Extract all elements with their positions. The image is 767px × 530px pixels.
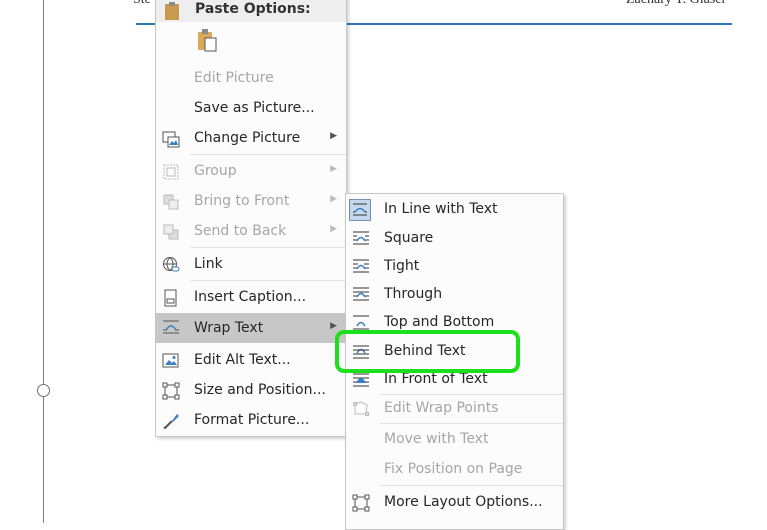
menu-item-label: Edit Alt Text... [194, 352, 291, 368]
wrap-square-icon [353, 231, 369, 245]
submenu-arrow-icon: ▶ [330, 321, 337, 331]
picture-resize-handle[interactable] [37, 384, 50, 397]
wrap-tight[interactable]: Tight [346, 253, 563, 281]
bring-to-front-icon [163, 194, 179, 210]
menu-item-label: Link [194, 256, 223, 272]
menu-item-label: Size and Position... [194, 382, 326, 398]
menu-separator [190, 154, 346, 155]
submenu-arrow-icon: ▶ [330, 164, 337, 174]
wrap-fix-position-on-page[interactable]: Fix Position on Page [346, 456, 563, 484]
clipboard-icon [165, 2, 179, 20]
menu-wrap-text[interactable]: Wrap Text ▶ [156, 313, 346, 343]
submenu-arrow-icon: ▶ [330, 224, 337, 234]
menu-send-to-back[interactable]: Send to Back ▶ [156, 218, 346, 246]
menu-separator [190, 247, 346, 248]
header-text-left: Ste [133, 0, 151, 8]
size-position-icon [162, 382, 180, 400]
page-margin-line [43, 0, 44, 523]
menu-item-label: Save as Picture... [194, 100, 315, 116]
menu-item-label: Edit Picture [194, 70, 274, 86]
menu-size-and-position[interactable]: Size and Position... [156, 377, 346, 405]
menu-group[interactable]: Group ▶ [156, 158, 346, 186]
change-picture-icon [162, 131, 180, 148]
in-line-with-text-icon [349, 199, 371, 221]
menu-item-label: Format Picture... [194, 412, 310, 428]
wrap-in-front-of-text-icon [353, 373, 369, 387]
wrap-in-line-with-text[interactable]: In Line with Text [346, 196, 563, 224]
format-picture-icon [163, 414, 179, 429]
menu-format-picture[interactable]: Format Picture... [156, 407, 346, 435]
menu-item-label: More Layout Options... [384, 494, 543, 510]
menu-item-label: Fix Position on Page [384, 461, 523, 477]
context-menu: Paste Options: Edit Picture Save as Pict… [155, 0, 347, 437]
menu-bring-to-front[interactable]: Bring to Front ▶ [156, 188, 346, 216]
menu-separator [380, 485, 563, 486]
paste-options-label: Paste Options: [195, 1, 311, 17]
group-icon [163, 164, 179, 180]
menu-item-label: Group [194, 163, 237, 179]
submenu-arrow-icon: ▶ [330, 131, 337, 141]
annotation-highlight-box [335, 330, 520, 373]
menu-item-label: Edit Wrap Points [384, 400, 499, 416]
insert-caption-icon [164, 289, 177, 307]
wrap-tight-icon [353, 259, 369, 273]
menu-item-label: Through [384, 286, 443, 302]
menu-separator [190, 280, 346, 281]
submenu-arrow-icon: ▶ [330, 194, 337, 204]
menu-item-label: In Line with Text [384, 201, 498, 217]
wrap-move-with-text[interactable]: Move with Text [346, 426, 563, 454]
menu-item-label: Change Picture [194, 130, 301, 146]
menu-item-label: Send to Back [194, 223, 287, 239]
wrap-more-layout-options[interactable]: More Layout Options... [346, 489, 563, 517]
wrap-through[interactable]: Through [346, 281, 563, 309]
menu-item-label: Top and Bottom [384, 314, 495, 330]
menu-item-label: Square [384, 230, 434, 246]
menu-item-label: Wrap Text [194, 320, 264, 336]
edit-wrap-points-icon [353, 401, 369, 416]
send-to-back-icon [163, 224, 179, 240]
header-text-right: Zachary T. Glaser [626, 0, 726, 8]
layout-options-icon [352, 494, 370, 512]
wrap-through-icon [353, 287, 369, 301]
wrap-square[interactable]: Square [346, 225, 563, 253]
menu-item-label: Tight [384, 258, 420, 274]
menu-edit-alt-text[interactable]: Edit Alt Text... [156, 347, 346, 375]
wrap-edit-wrap-points[interactable]: Edit Wrap Points [346, 395, 563, 423]
menu-item-label: Insert Caption... [194, 289, 307, 305]
menu-item-label: In Front of Text [384, 371, 488, 387]
paste-keep-source-icon[interactable] [195, 28, 219, 54]
wrap-text-icon [163, 320, 179, 334]
menu-separator [380, 423, 563, 424]
menu-edit-picture[interactable]: Edit Picture [156, 65, 346, 93]
menu-insert-caption[interactable]: Insert Caption... [156, 284, 346, 312]
alt-text-icon [162, 353, 179, 368]
menu-change-picture[interactable]: Change Picture ▶ [156, 125, 346, 153]
menu-save-as-picture[interactable]: Save as Picture... [156, 95, 346, 123]
menu-item-label: Move with Text [384, 431, 489, 447]
link-icon [163, 257, 180, 272]
menu-link[interactable]: Link [156, 251, 346, 279]
menu-item-label: Bring to Front [194, 193, 290, 209]
paste-options-header: Paste Options: [156, 0, 346, 22]
